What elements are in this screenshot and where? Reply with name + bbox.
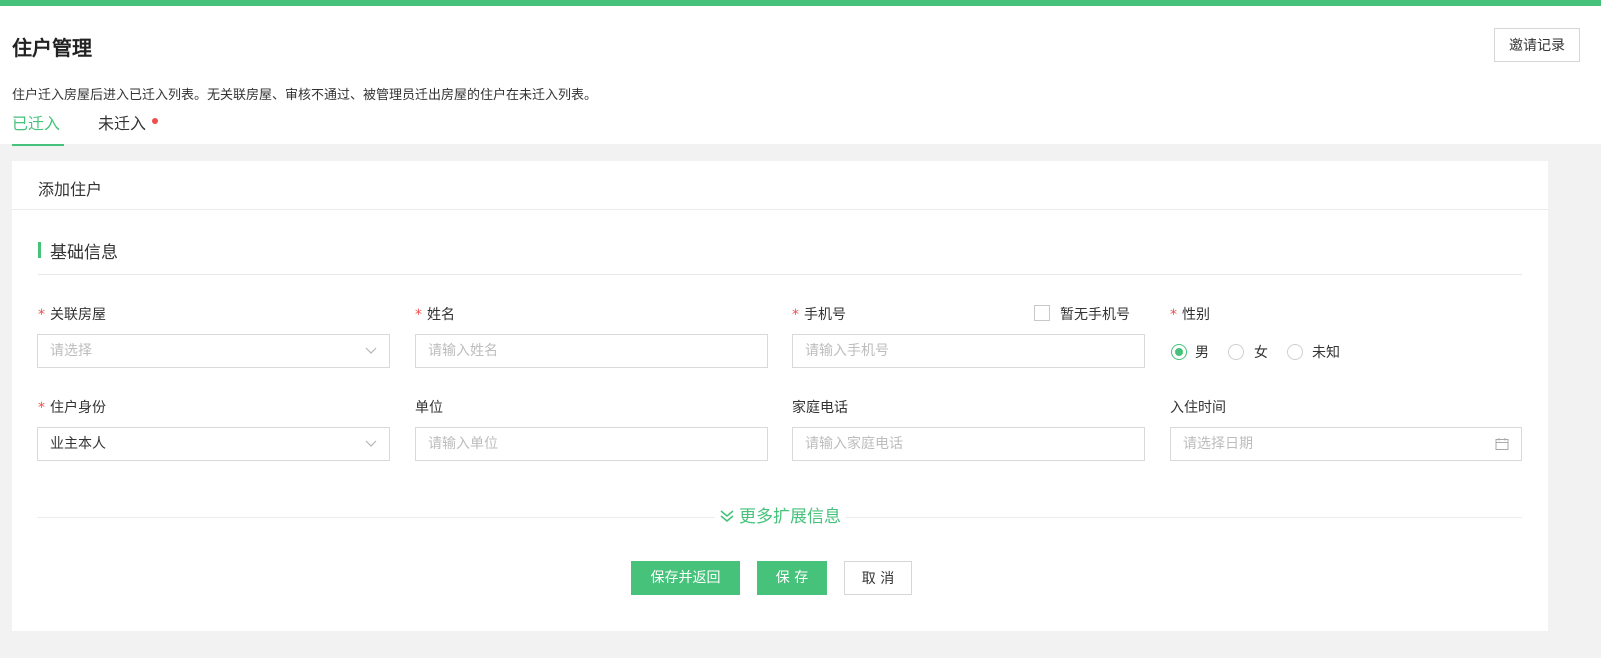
name-input[interactable] bbox=[415, 334, 768, 368]
invite-records-button[interactable]: 邀请记录 bbox=[1494, 28, 1580, 62]
gender-label: * 性别 bbox=[1170, 307, 1210, 323]
chevron-down-icon bbox=[365, 347, 377, 354]
house-label: * 关联房屋 bbox=[38, 307, 106, 323]
no-phone-label: 暂无手机号 bbox=[1060, 307, 1130, 323]
no-phone-checkbox[interactable] bbox=[1034, 305, 1050, 321]
more-info-label: 更多扩展信息 bbox=[739, 507, 841, 527]
identity-label: * 住户身份 bbox=[38, 400, 106, 416]
page-title: 住户管理 bbox=[12, 36, 92, 60]
move-in-date-placeholder: 请选择日期 bbox=[1183, 436, 1253, 452]
required-mark: * bbox=[1170, 307, 1177, 323]
tab-moved-in[interactable]: 已迁入 bbox=[12, 112, 64, 146]
save-and-return-button[interactable]: 保存并返回 bbox=[631, 561, 740, 595]
required-mark: * bbox=[38, 307, 45, 323]
save-button[interactable]: 保 存 bbox=[757, 561, 827, 595]
double-chevron-down-icon bbox=[720, 510, 734, 523]
gender-option-female-label: 女 bbox=[1254, 345, 1268, 361]
gender-radio-male[interactable] bbox=[1171, 344, 1187, 360]
gender-radio-female[interactable] bbox=[1228, 344, 1244, 360]
page-description: 住户迁入房屋后进入已迁入列表。无关联房屋、审核不通过、被管理员迁出房屋的住户在未… bbox=[12, 88, 598, 103]
identity-select[interactable]: 业主本人 bbox=[37, 427, 390, 461]
home-phone-input[interactable] bbox=[792, 427, 1145, 461]
house-select-placeholder: 请选择 bbox=[50, 343, 92, 359]
name-label: * 姓名 bbox=[415, 307, 455, 323]
company-label: 单位 bbox=[415, 400, 443, 416]
company-input[interactable] bbox=[415, 427, 768, 461]
identity-select-value: 业主本人 bbox=[50, 436, 106, 452]
section-accent-bar bbox=[38, 242, 41, 258]
section-title: 基础信息 bbox=[50, 243, 118, 263]
tab-moved-in-label: 已迁入 bbox=[12, 114, 61, 133]
panel-header: 添加住户 bbox=[12, 161, 1548, 210]
add-resident-panel: 添加住户 基础信息 *关联房屋 请选择 *姓名 *手机号 暂无手机号 *性别 男… bbox=[12, 161, 1548, 631]
gender-option-unknown-label: 未知 bbox=[1312, 345, 1340, 361]
house-select[interactable]: 请选择 bbox=[37, 334, 390, 368]
phone-input[interactable] bbox=[792, 334, 1145, 368]
home-phone-label: 家庭电话 bbox=[792, 400, 848, 416]
required-mark: * bbox=[415, 307, 422, 323]
section-divider bbox=[38, 274, 1522, 275]
required-mark: * bbox=[38, 400, 45, 416]
chevron-down-icon bbox=[365, 440, 377, 447]
panel-title: 添加住户 bbox=[38, 180, 103, 199]
page-header: 住户管理 邀请记录 住户迁入房屋后进入已迁入列表。无关联房屋、审核不通过、被管理… bbox=[0, 6, 1601, 146]
calendar-icon bbox=[1495, 438, 1509, 450]
tab-not-moved-in[interactable]: 未迁入 bbox=[98, 112, 159, 146]
notification-dot bbox=[152, 118, 159, 124]
gender-option-male-label: 男 bbox=[1195, 345, 1209, 361]
move-in-date-label: 入住时间 bbox=[1170, 400, 1226, 416]
more-info-toggle[interactable]: 更多扩展信息 bbox=[715, 506, 845, 528]
cancel-button[interactable]: 取 消 bbox=[844, 561, 912, 595]
gender-radio-unknown[interactable] bbox=[1287, 344, 1303, 360]
move-in-date-picker[interactable]: 请选择日期 bbox=[1170, 427, 1522, 461]
tab-not-moved-in-label: 未迁入 bbox=[98, 114, 147, 133]
required-mark: * bbox=[792, 307, 799, 323]
phone-label: * 手机号 bbox=[792, 307, 846, 323]
